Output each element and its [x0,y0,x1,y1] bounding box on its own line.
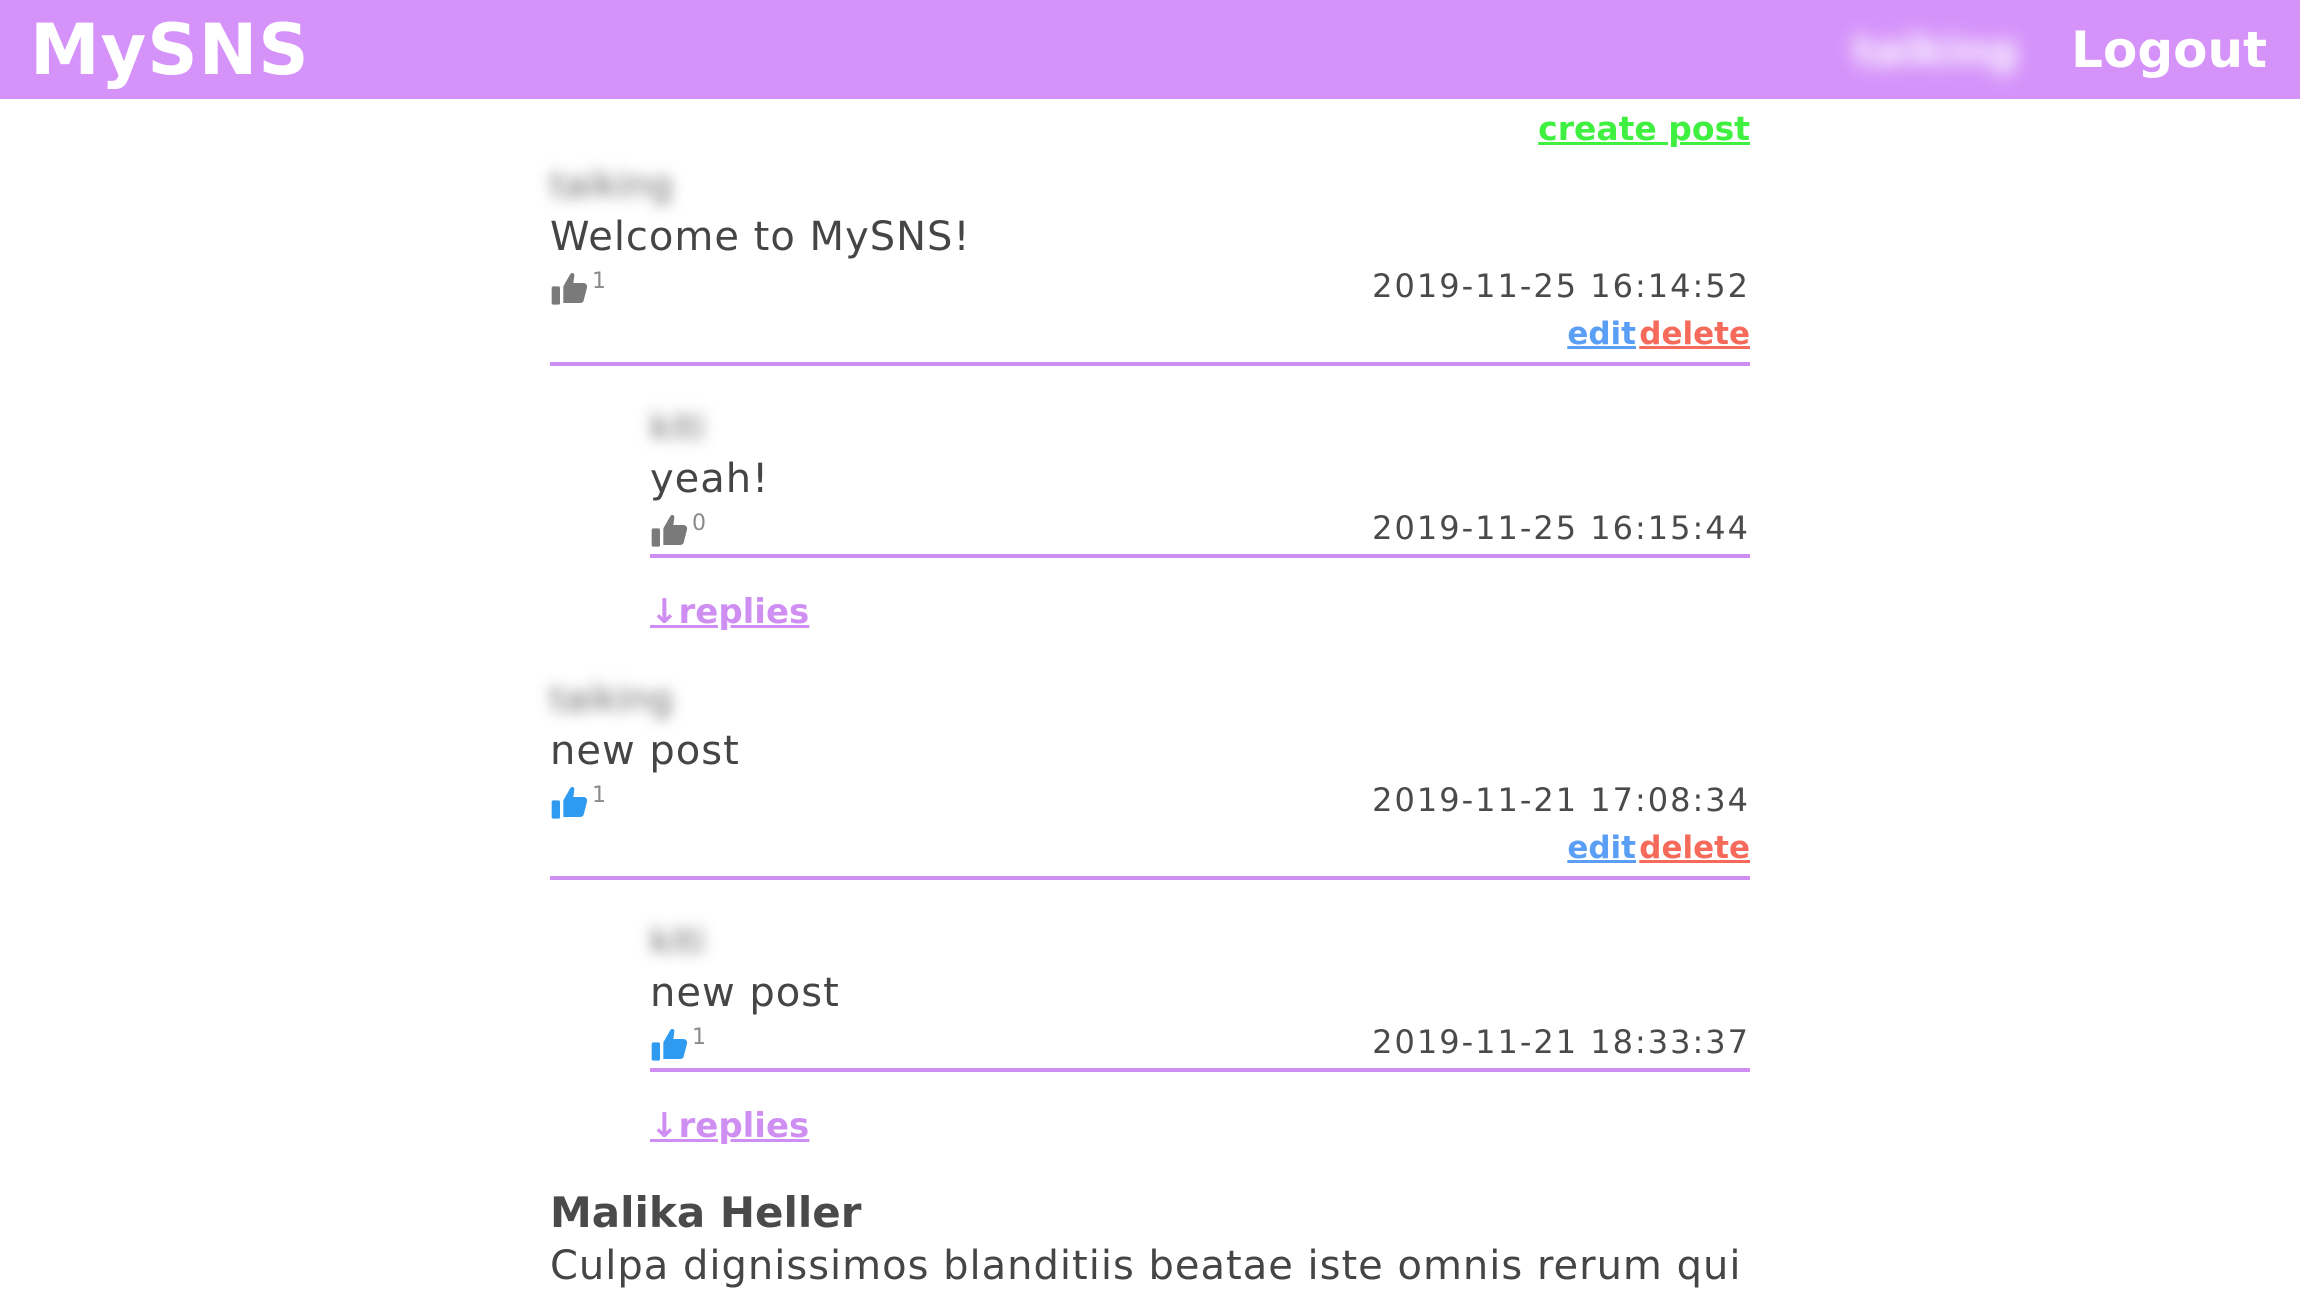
post-actions: edit delete [550,826,1750,872]
post-divider [550,876,1750,880]
like-count: 0 [692,511,706,536]
brand-logo[interactable]: MySNS [30,8,310,92]
like-count: 1 [592,269,606,294]
reply-content: yeah! [650,456,770,502]
reply-author[interactable]: kiti [650,406,1750,450]
post-item: taiking Welcome to MySNS! 1 2019-11-25 1… [550,164,1750,366]
post-content: Welcome to MySNS! [550,214,971,260]
thumbs-up-icon [551,786,588,819]
edit-link[interactable]: edit [1567,826,1636,870]
reply-date: 2019-11-21 18:33:37 [1372,1023,1750,1061]
replies-link[interactable]: ↓replies [650,590,809,634]
reply-item: kiti yeah! 0 2019-11-25 16:15:44 [650,406,1750,558]
like-count: 1 [692,1025,706,1050]
thumbs-up-icon [651,514,688,547]
reply-divider [650,554,1750,558]
like-button[interactable]: 1 [650,1024,706,1064]
reply-author[interactable]: kiti [650,920,1750,964]
reply-meta: 0 2019-11-25 16:15:44 [650,506,1750,552]
post-date: 2019-11-21 17:08:34 [1372,781,1750,819]
post-author[interactable]: taiking [550,164,1750,208]
create-post-link[interactable]: create post [1538,107,1750,151]
reply-item: kiti new post 1 2019-11-21 18:33:37 [650,920,1750,1072]
like-button[interactable]: 1 [550,268,606,308]
post-item: taiking new post 1 2019-11-21 17:08:34 e… [550,678,1750,880]
reply-content: new post [650,970,840,1016]
post-author[interactable]: taiking [550,678,1750,722]
post-content: new post [550,728,740,774]
edit-link[interactable]: edit [1567,312,1636,356]
thumbs-up-icon [651,1028,688,1061]
like-count: 1 [592,783,606,808]
like-button[interactable]: 1 [550,782,606,822]
post-actions: edit delete [550,312,1750,358]
logout-button[interactable]: Logout [2071,20,2267,80]
post-divider [550,362,1750,366]
like-button[interactable]: 0 [650,510,706,550]
post-meta: 1 2019-11-25 16:14:52 [550,264,1750,310]
post-meta: 1 2019-11-21 17:08:34 [550,778,1750,824]
reply-divider [650,1068,1750,1072]
delete-link[interactable]: delete [1639,826,1750,870]
top-navbar: MySNS taiking Logout [0,0,2300,99]
post-author[interactable]: Malika Heller [550,1188,861,1238]
delete-link[interactable]: delete [1639,312,1750,356]
reply-date: 2019-11-25 16:15:44 [1372,509,1750,547]
post-date: 2019-11-25 16:14:52 [1372,267,1750,305]
current-username[interactable]: taiking [1853,26,2018,76]
reply-meta: 1 2019-11-21 18:33:37 [650,1020,1750,1066]
post-content: Culpa dignissimos blanditiis beatae iste… [550,1243,1742,1289]
replies-link[interactable]: ↓replies [650,1104,809,1148]
thumbs-up-icon [551,272,588,305]
